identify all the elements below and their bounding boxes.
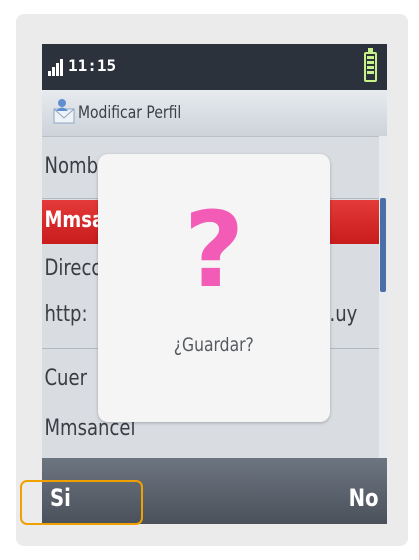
battery-icon bbox=[364, 48, 377, 82]
softkey-no-button[interactable]: No bbox=[349, 484, 379, 512]
scroll-thumb[interactable] bbox=[380, 198, 386, 292]
field-value-address-end: .uy bbox=[329, 302, 358, 327]
scrollbar[interactable] bbox=[379, 136, 387, 458]
title-bar: Modificar Perfil bbox=[42, 90, 387, 137]
field-label-address: Direcci bbox=[44, 256, 107, 281]
field-value-address: http: bbox=[44, 302, 88, 327]
page-title: Modificar Perfil bbox=[78, 103, 182, 123]
confirm-dialog: ? ¿Guardar? bbox=[98, 154, 330, 422]
profile-envelope-icon bbox=[53, 99, 75, 124]
field-label-account: Cuer bbox=[44, 366, 88, 391]
status-time: 11:15 bbox=[68, 56, 117, 75]
dialog-message: ¿Guardar? bbox=[98, 334, 330, 356]
question-mark-icon: ? bbox=[183, 189, 245, 311]
dialog-message-text: ¿Guardar? bbox=[173, 334, 254, 356]
softkey-highlight-box bbox=[20, 480, 143, 525]
status-bar: 11:15 bbox=[42, 44, 387, 90]
